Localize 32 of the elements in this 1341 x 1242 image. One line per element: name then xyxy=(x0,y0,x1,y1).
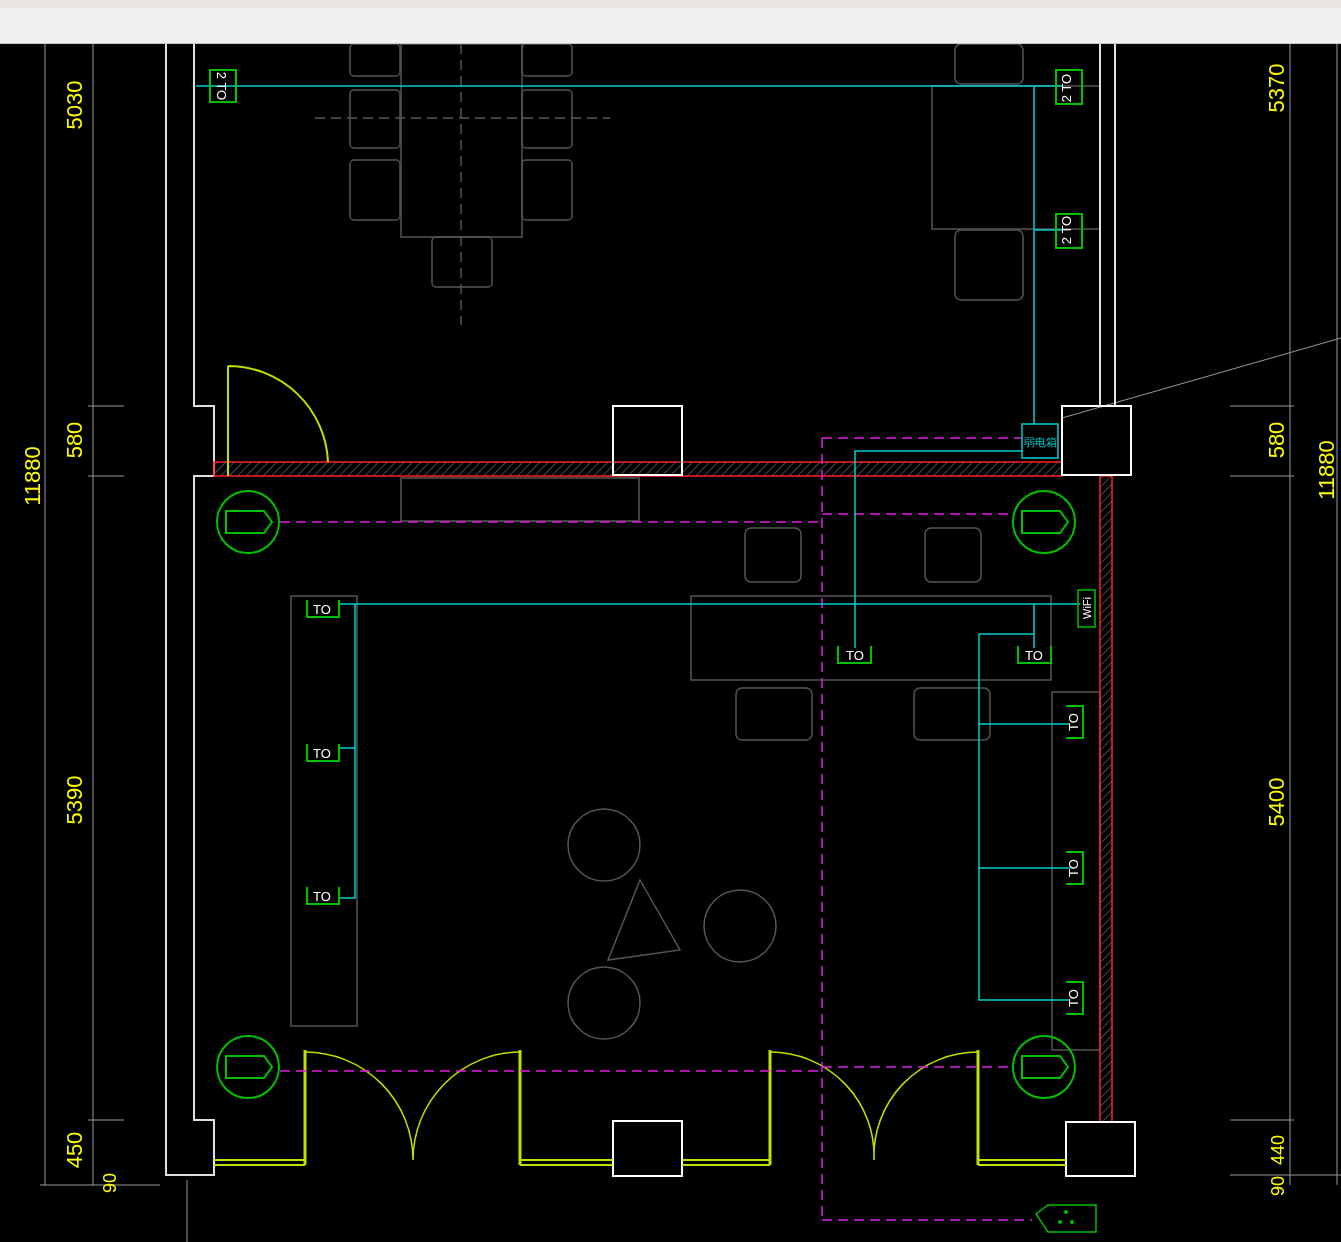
panel-label: 弱电箱 xyxy=(1023,436,1057,448)
outlet-label: TO xyxy=(1066,989,1081,1007)
camera-icon xyxy=(1012,1035,1076,1099)
dimension-label: 90 xyxy=(100,1173,120,1193)
dimension-label: 5370 xyxy=(1264,63,1289,113)
outlet-label: 2 TO xyxy=(1059,73,1074,103)
camera-icon xyxy=(216,1035,280,1099)
camera-icon xyxy=(1012,490,1076,554)
camera-icon xyxy=(216,490,280,554)
outlet-label: TO xyxy=(1025,648,1043,663)
dimension-label: 580 xyxy=(1264,421,1289,459)
dimension-label: 580 xyxy=(62,421,87,459)
total-dimension-label: 11880 xyxy=(1314,440,1339,500)
dimension-label: 450 xyxy=(62,1131,87,1169)
total-dimension-label: 11880 xyxy=(20,446,45,506)
outlet-label: TO xyxy=(1066,713,1081,731)
outlet-label: 2 TO xyxy=(1059,215,1074,245)
wifi-box xyxy=(1077,589,1096,628)
outlet-label: TO xyxy=(313,602,331,617)
outlet-label: TO xyxy=(846,648,864,663)
dimension-label: 5030 xyxy=(62,80,87,130)
outlet-label: TO xyxy=(313,746,331,761)
dimension-label: 5400 xyxy=(1264,777,1289,827)
dimension-label: 5390 xyxy=(62,775,87,825)
outlet-label: 2 TO xyxy=(214,71,229,101)
dimension-label: 90 xyxy=(1268,1176,1288,1196)
outlet-label: TO xyxy=(313,889,331,904)
dimension-label: 440 xyxy=(1268,1135,1288,1165)
outlet-label: TO xyxy=(1066,859,1081,877)
panel-box xyxy=(1021,423,1059,459)
wifi-label: WiFi xyxy=(1081,597,1093,619)
alarm-icon xyxy=(1035,1204,1097,1233)
